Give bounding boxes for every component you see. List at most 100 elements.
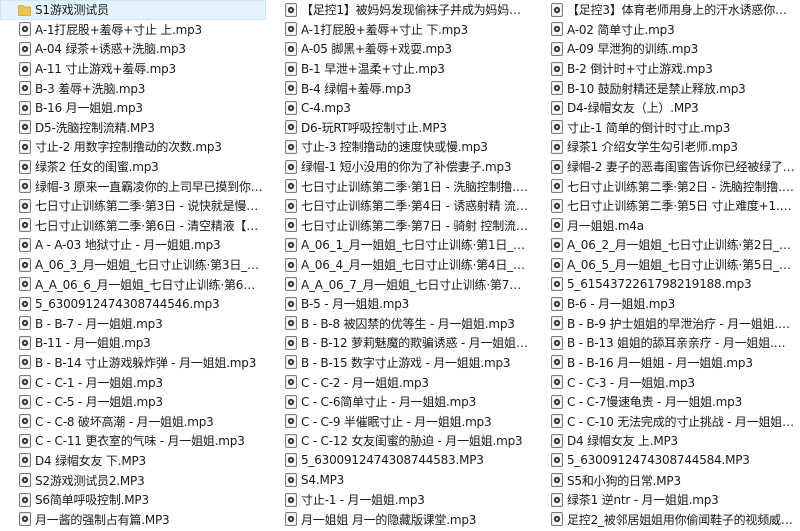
file-item[interactable]: C - C-10 无法完成的寸止挑战 - 月一姐姐.mp3 — [532, 411, 800, 431]
file-item[interactable]: 绿茶1 介绍女学生勾引老师.mp3 — [532, 137, 800, 157]
file-item[interactable]: C - C-12 女友闺蜜的胁迫 - 月一姐姐.mp3 — [266, 431, 532, 451]
file-item[interactable]: 5_6300912474308744546.mp3 — [0, 294, 266, 314]
file-item[interactable]: 七日寸止训练第二季·第4日 - 诱惑射精 流精.m... — [266, 196, 532, 216]
file-item[interactable]: 七日寸止训练第二季·第5日 寸止难度+1.mp3 — [532, 196, 800, 216]
audio-file-icon — [18, 218, 31, 233]
file-item[interactable]: D5-洗脑控制流精.MP3 — [0, 118, 266, 138]
file-item[interactable]: B-4 绿帽+羞辱.mp3 — [266, 78, 532, 98]
file-item[interactable]: C - C-6简单寸止 - 月一姐姐.mp3 — [266, 392, 532, 412]
file-item[interactable]: B - B-16 月一姐姐 - 月一姐姐.mp3 — [532, 353, 800, 373]
file-item[interactable]: 绿帽-2 妻子的恶毒闺蜜告诉你已经被绿了并羞... — [532, 157, 800, 177]
audio-file-icon — [550, 316, 563, 331]
file-name: A-04 绿茶+诱惑+洗脑.mp3 — [35, 42, 186, 57]
file-item[interactable]: A-02 简单寸止.mp3 — [532, 20, 800, 40]
file-item[interactable]: 寸止-2 用数字控制撸动的次数.mp3 — [0, 137, 266, 157]
audio-file-icon — [18, 375, 31, 390]
file-item[interactable]: B-6 - 月一姐姐.mp3 — [532, 294, 800, 314]
file-item[interactable]: A-09 早泄狗的训练.mp3 — [532, 39, 800, 59]
file-item[interactable]: 七日寸止训练第二季·第6日 - 清空精液【流精... — [0, 216, 266, 236]
file-item[interactable]: 寸止-3 控制撸动的速度快或慢.mp3 — [266, 137, 532, 157]
file-item[interactable]: A-05 脚黑+羞辱+戏耍.mp3 — [266, 39, 532, 59]
file-item[interactable]: C - C-3 - 月一姐姐.mp3 — [532, 372, 800, 392]
audio-file-icon — [18, 316, 31, 331]
file-item[interactable]: A_06_5_月一姐姐_七日寸止训练·第5日_月一姐... — [532, 255, 800, 275]
file-item[interactable]: A_06_3_月一姐姐_七日寸止训练·第3日_月一姐... — [0, 255, 266, 275]
file-item[interactable]: B-2 倒计时+寸止游戏.mp3 — [532, 59, 800, 79]
file-item[interactable]: B-3 羞辱+洗脑.mp3 — [0, 78, 266, 98]
file-item[interactable]: 七日寸止训练第二季·第1日 - 洗脑控制撸.mp3 — [266, 176, 532, 196]
file-item[interactable]: 5_6300912474308744584.MP3 — [532, 451, 800, 471]
file-item[interactable]: 月一酱的强制占有篇.MP3 — [0, 509, 266, 529]
audio-file-icon — [284, 159, 297, 174]
file-item[interactable]: B-10 鼓励射精还是禁止释放.mp3 — [532, 78, 800, 98]
file-name: D4 绿帽女友 上.MP3 — [567, 434, 678, 449]
file-item[interactable]: 七日寸止训练第二季·第3日 - 说快就是慢慢撸 ... — [0, 196, 266, 216]
file-item[interactable]: 寸止-1 简单的倒计时寸止.mp3 — [532, 118, 800, 138]
audio-file-icon — [550, 335, 563, 350]
file-item[interactable]: A - A-03 地狱寸止 - 月一姐姐.mp3 — [0, 235, 266, 255]
file-item[interactable]: A_A_06_7_月一姐姐_七日寸止训练·第7日_月一... — [266, 274, 532, 294]
file-item[interactable]: B - B-8 被囚禁的优等生 - 月一姐姐.mp3 — [266, 314, 532, 334]
file-item[interactable]: C-4.mp3 — [266, 98, 532, 118]
file-item[interactable]: 5_6300912474308744583.MP3 — [266, 451, 532, 471]
file-item[interactable]: 月一姐姐 月一的隐藏版课堂.mp3 — [266, 509, 532, 529]
audio-file-icon — [550, 139, 563, 154]
audio-file-icon — [284, 2, 297, 17]
file-item[interactable]: 绿茶1 逆ntr - 月一姐姐.mp3 — [532, 490, 800, 510]
audio-file-icon — [550, 2, 563, 17]
file-item[interactable]: 月一姐姐.m4a — [532, 216, 800, 236]
file-item[interactable]: 七日寸止训练第二季·第2日 - 洗脑控制撸.mp3 — [532, 176, 800, 196]
file-item[interactable]: A_06_1_月一姐姐_七日寸止训练·第1日_月一姐... — [266, 235, 532, 255]
file-item[interactable]: A-11 寸止游戏+羞辱.mp3 — [0, 59, 266, 79]
file-item[interactable]: S2游戏测试员2.MP3 — [0, 470, 266, 490]
audio-file-icon — [18, 414, 31, 429]
file-item[interactable]: A_06_2_月一姐姐_七日寸止训练·第2日_月一姐... — [532, 235, 800, 255]
file-item[interactable]: A_A_06_6_月一姐姐_七日寸止训练·第6日_月一... — [0, 274, 266, 294]
file-item[interactable]: S5和小狗的日常.MP3 — [532, 470, 800, 490]
file-item[interactable]: 绿帽-1 短小没用的你为了补偿妻子.mp3 — [266, 157, 532, 177]
file-item[interactable]: C - C-11 更衣室的气味 - 月一姐姐.mp3 — [0, 431, 266, 451]
file-item[interactable]: C - C-7慢速龟责 - 月一姐姐.mp3 — [532, 392, 800, 412]
file-item[interactable]: S6简单呼吸控制.MP3 — [0, 490, 266, 510]
file-item[interactable]: 足控2_被邻居姐姐用你偷闻鞋子的视频威胁当... — [532, 509, 800, 529]
file-item[interactable]: B - B-7 - 月一姐姐.mp3 — [0, 314, 266, 334]
file-item[interactable]: C - C-9 半催眠寸止 - 月一姐姐.mp3 — [266, 411, 532, 431]
file-item[interactable]: C - C-1 - 月一姐姐.mp3 — [0, 372, 266, 392]
file-item[interactable]: B - B-15 数字寸止游戏 - 月一姐姐.mp3 — [266, 353, 532, 373]
file-item[interactable]: 【足控1】被妈妈发现偷袜子并成为妈妈的私有... — [266, 0, 532, 20]
file-item[interactable]: 【足控3】体育老师用身上的汗水诱惑你当狗... — [532, 0, 800, 20]
file-item[interactable]: 七日寸止训练第二季·第7日 - 骑射 控制流精.m... — [266, 216, 532, 236]
audio-file-icon — [18, 198, 31, 213]
file-item[interactable]: A-1打屁股+羞辱+寸止 上.mp3 — [0, 20, 266, 40]
file-item[interactable]: C - C-8 破坏高潮 - 月一姐姐.mp3 — [0, 411, 266, 431]
file-item[interactable]: B-11 - 月一姐姐.mp3 — [0, 333, 266, 353]
audio-file-icon — [18, 512, 31, 527]
file-item[interactable]: S1游戏测试员 — [0, 0, 266, 20]
file-item[interactable]: D4-绿帽女友（上）.MP3 — [532, 98, 800, 118]
file-item[interactable]: B-5 - 月一姐姐.mp3 — [266, 294, 532, 314]
file-item[interactable]: D4 绿帽女友 上.MP3 — [532, 431, 800, 451]
file-name: B - B-8 被囚禁的优等生 - 月一姐姐.mp3 — [301, 316, 515, 331]
audio-file-icon — [284, 100, 297, 115]
file-item[interactable]: B - B-12 萝莉魅魔的欺骗诱惑 - 月一姐姐.mp3 — [266, 333, 532, 353]
file-item[interactable]: 寸止-1 - 月一姐姐.mp3 — [266, 490, 532, 510]
file-item[interactable]: 绿茶2 任女的闺蜜.mp3 — [0, 157, 266, 177]
file-item[interactable]: A-04 绿茶+诱惑+洗脑.mp3 — [0, 39, 266, 59]
file-item[interactable]: B - B-14 寸止游戏躲炸弹 - 月一姐姐.mp3 — [0, 353, 266, 373]
file-item[interactable]: 5_6154372261798219188.mp3 — [532, 274, 800, 294]
audio-file-icon — [284, 414, 297, 429]
file-item[interactable]: B - B-13 姐姐的舔耳亲亲疗 - 月一姐姐.mp3 — [532, 333, 800, 353]
file-item[interactable]: A_06_4_月一姐姐_七日寸止训练·第4日_月一姐... — [266, 255, 532, 275]
file-item[interactable]: D4 绿帽女友 下.MP3 — [0, 451, 266, 471]
file-item[interactable]: D6-玩RT呼吸控制寸止.MP3 — [266, 118, 532, 138]
file-name: S1游戏测试员 — [35, 3, 109, 18]
file-item[interactable]: C - C-5 - 月一姐姐.mp3 — [0, 392, 266, 412]
file-item[interactable]: 绿帽-3 原来一直霸凌你的上司早已摸到你的老婆... — [0, 176, 266, 196]
file-item[interactable]: B-1 早泄+温柔+寸止.mp3 — [266, 59, 532, 79]
file-item[interactable]: B - B-9 护士姐姐的早泄治疗 - 月一姐姐.mp3 — [532, 314, 800, 334]
file-item[interactable]: A-1打屁股+羞辱+寸止 下.mp3 — [266, 20, 532, 40]
file-name: 七日寸止训练第二季·第5日 寸止难度+1.mp3 — [567, 199, 795, 214]
file-item[interactable]: B-16 月一姐姐.mp3 — [0, 98, 266, 118]
file-item[interactable]: C - C-2 - 月一姐姐.mp3 — [266, 372, 532, 392]
file-item[interactable]: S4.MP3 — [266, 470, 532, 490]
